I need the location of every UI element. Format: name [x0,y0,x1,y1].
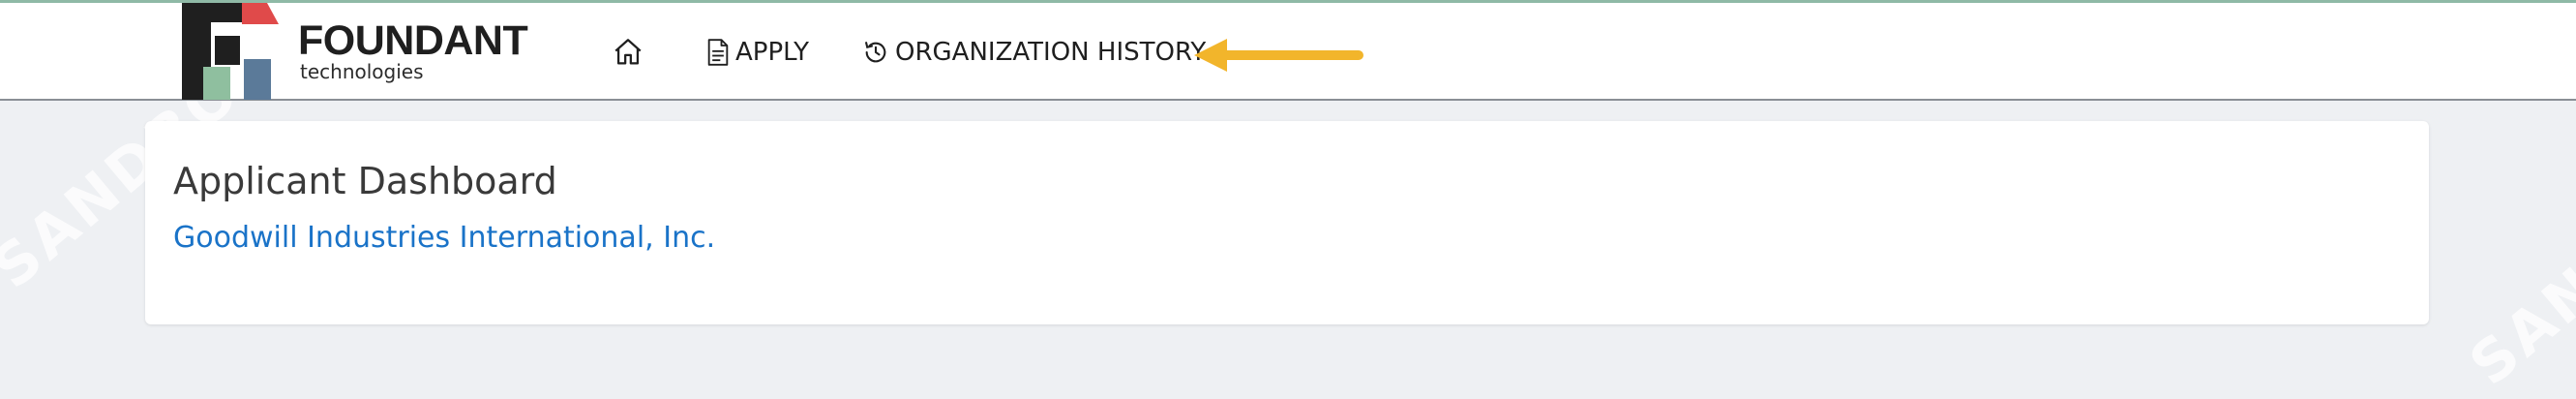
nav-apply-label: APPLY [735,37,810,67]
document-icon [707,38,729,66]
brand-name: FOUNDANT [298,17,528,64]
sandbox-watermark: SANDBOX [2457,123,2576,399]
dashboard-card: Applicant Dashboard Goodwill Industries … [145,121,2429,324]
nav-apply-link[interactable]: APPLY [706,3,809,101]
history-icon [865,41,886,62]
arrow-left-icon [1194,39,1363,72]
nav-home-link[interactable] [612,3,644,101]
nav-organization-history-link[interactable]: ORGANIZATION HISTORY [862,3,1206,101]
page-title: Applicant Dashboard [173,160,557,202]
nav-organization-history-label: ORGANIZATION HISTORY [895,37,1207,67]
brand-tagline: technologies [300,60,424,83]
home-icon [614,38,642,64]
organization-link[interactable]: Goodwill Industries International, Inc. [173,222,715,254]
foundant-logo-mark-icon [182,3,279,100]
foundant-logo[interactable]: FOUNDANT technologies [182,3,550,101]
top-navbar: FOUNDANT technologies APPLY ORGANIZATION… [0,3,2576,101]
